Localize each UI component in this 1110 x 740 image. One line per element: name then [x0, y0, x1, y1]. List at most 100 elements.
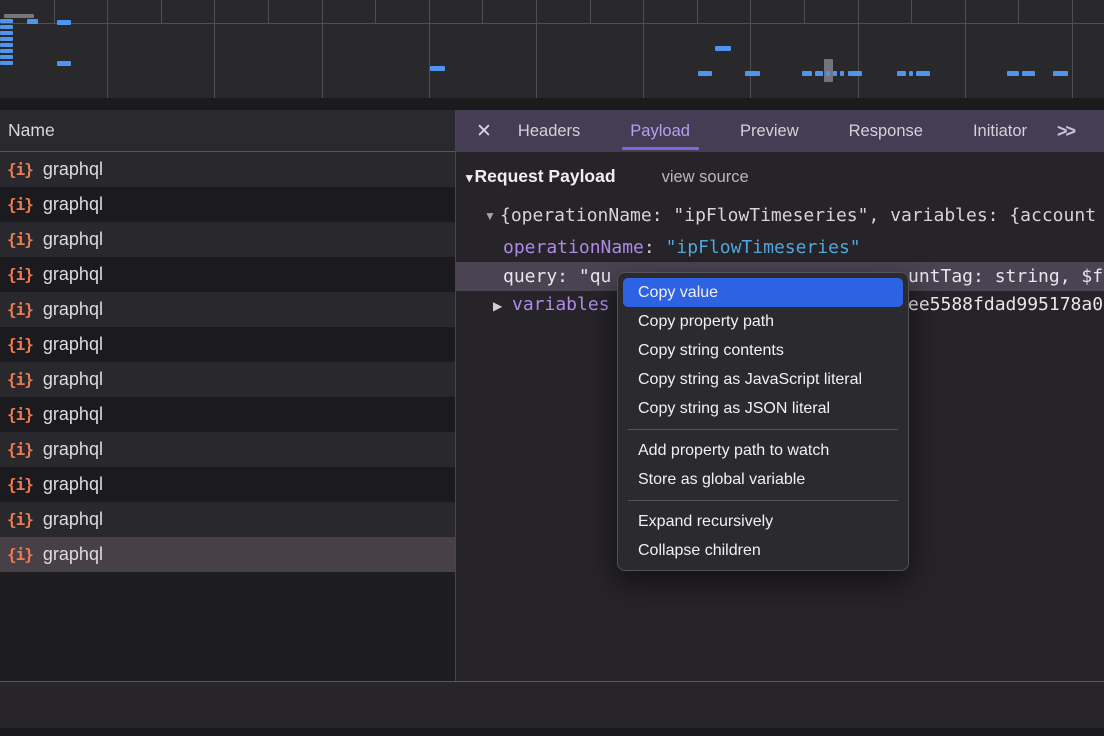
name-column-header[interactable]: Name	[0, 110, 455, 152]
json-braces-icon: {i}	[7, 300, 33, 319]
overview-request-bar	[0, 43, 13, 47]
query-value-continued: untTag: string, $f	[908, 262, 1103, 291]
overview-gridline	[429, 0, 430, 98]
context-menu: Copy valueCopy property pathCopy string …	[617, 272, 909, 571]
overview-request-bar	[0, 55, 13, 59]
request-name: graphql	[43, 334, 103, 355]
menu-item-collapse-children[interactable]: Collapse children	[623, 536, 903, 565]
devtools-network-window: Name {i}graphql{i}graphql{i}graphql{i}gr…	[0, 0, 1104, 736]
overview-gridline	[750, 0, 751, 98]
menu-item-copy-property-path[interactable]: Copy property path	[623, 307, 903, 336]
request-row[interactable]: {i}graphql	[0, 537, 455, 572]
json-braces-icon: {i}	[7, 370, 33, 389]
overview-gridline	[482, 0, 483, 23]
collapse-triangle-icon[interactable]: ▾	[466, 170, 473, 185]
menu-item-copy-string-contents[interactable]: Copy string contents	[623, 336, 903, 365]
overview-request-bar	[0, 37, 13, 41]
json-braces-icon: {i}	[7, 160, 33, 179]
expand-triangle-icon[interactable]: ▼	[484, 209, 496, 223]
request-name: graphql	[43, 404, 103, 425]
menu-item-copy-string-as-json-literal[interactable]: Copy string as JSON literal	[623, 394, 903, 423]
menu-item-expand-recursively[interactable]: Expand recursively	[623, 507, 903, 536]
payload-row-operationName[interactable]: operationName: "ipFlowTimeseries"	[503, 234, 861, 262]
menu-item-copy-string-as-javascript-literal[interactable]: Copy string as JavaScript literal	[623, 365, 903, 394]
overview-gridline	[536, 0, 537, 98]
overview-gridline	[965, 0, 966, 98]
request-row[interactable]: {i}graphql	[0, 397, 455, 432]
request-name: graphql	[43, 159, 103, 180]
request-row[interactable]: {i}graphql	[0, 292, 455, 327]
window-bottom-edge	[0, 728, 1104, 736]
variables-value-continued: ee5588fdad995178a0	[908, 291, 1103, 319]
overflow-tabs-icon[interactable]: >>	[1057, 121, 1074, 142]
request-list-panel: Name {i}graphql{i}graphql{i}graphql{i}gr…	[0, 110, 455, 681]
overview-request-bar	[848, 71, 862, 76]
request-name: graphql	[43, 544, 103, 565]
tab-payload[interactable]: Payload	[630, 110, 690, 152]
network-overview-strip[interactable]	[0, 0, 1104, 98]
overview-gridline	[643, 0, 644, 98]
overview-bottom-gap	[0, 98, 1104, 110]
request-row[interactable]: {i} graphql	[0, 467, 455, 502]
overview-gridline	[1018, 0, 1019, 23]
overview-request-bar	[909, 71, 913, 76]
menu-item-store-as-global-variable[interactable]: Store as global variable	[623, 465, 903, 494]
overview-request-bar	[0, 31, 13, 35]
view-source-link[interactable]: view source	[662, 168, 749, 186]
overview-request-bar	[833, 71, 837, 76]
tab-headers[interactable]: Headers	[518, 110, 580, 152]
overview-request-bar	[840, 71, 844, 76]
menu-item-add-property-path-to-watch[interactable]: Add property path to watch	[623, 436, 903, 465]
json-braces-icon: {i}	[7, 265, 33, 284]
request-row[interactable]: {i} graphql	[0, 187, 455, 222]
request-row[interactable]: {i}graphql	[0, 222, 455, 257]
overview-request-bar	[57, 61, 71, 66]
overview-gridline	[268, 0, 269, 23]
request-row[interactable]: {i} graphql	[0, 152, 455, 187]
request-row[interactable]: {i}graphql	[0, 257, 455, 292]
menu-separator	[628, 429, 898, 430]
close-icon[interactable]: ✕	[476, 120, 492, 143]
tab-initiator[interactable]: Initiator	[973, 110, 1027, 152]
overview-gridline	[697, 0, 698, 23]
expand-triangle-icon[interactable]: ▶	[493, 292, 502, 320]
tab-response[interactable]: Response	[849, 110, 923, 152]
overview-gridline	[375, 0, 376, 23]
payload-object-preview[interactable]: {operationName: "ipFlowTimeseries", vari…	[500, 204, 1104, 228]
overview-gridline	[858, 0, 859, 98]
overview-request-bar	[430, 66, 445, 71]
json-braces-icon: {i}	[7, 475, 33, 494]
overview-gridline	[214, 0, 215, 98]
overview-request-bar	[0, 25, 13, 29]
tab-list: Headers Payload Preview Response Initiator	[518, 110, 1027, 152]
overview-request-bar	[57, 20, 71, 25]
request-row[interactable]: {i}graphql	[0, 432, 455, 467]
overview-request-bar	[1007, 71, 1019, 76]
overview-request-bar	[698, 71, 712, 76]
request-name: graphql	[43, 194, 103, 215]
tab-preview[interactable]: Preview	[740, 110, 799, 152]
overview-ruler-line	[0, 23, 1104, 24]
overview-gridline	[322, 0, 323, 98]
key-separator: :	[644, 237, 666, 258]
request-row[interactable]: {i}graphql	[0, 327, 455, 362]
overview-gridline	[590, 0, 591, 23]
request-row[interactable]: {i}graphql	[0, 362, 455, 397]
request-rows: {i} graphql {i} graphql {i} graphql {i} graphql…	[0, 152, 455, 572]
query-key-and-value-start: query: "qu	[503, 262, 611, 291]
overview-gridline	[54, 0, 55, 23]
overview-gridline	[1072, 0, 1073, 98]
request-row[interactable]: {i}graphql	[0, 502, 455, 537]
overview-request-bar	[897, 71, 906, 76]
json-braces-icon: {i}	[7, 440, 33, 459]
property-key: operationName	[503, 237, 644, 258]
json-braces-icon: {i}	[7, 195, 33, 214]
overview-request-bar	[27, 19, 38, 24]
menu-item-copy-value[interactable]: Copy value	[623, 278, 903, 307]
request-name: graphql	[43, 509, 103, 530]
overview-request-bar	[715, 46, 731, 51]
request-payload-section-header[interactable]: ▾Request Payloadview source	[466, 166, 749, 187]
overview-gridline	[804, 0, 805, 23]
request-name: graphql	[43, 474, 103, 495]
menu-separator	[628, 500, 898, 501]
